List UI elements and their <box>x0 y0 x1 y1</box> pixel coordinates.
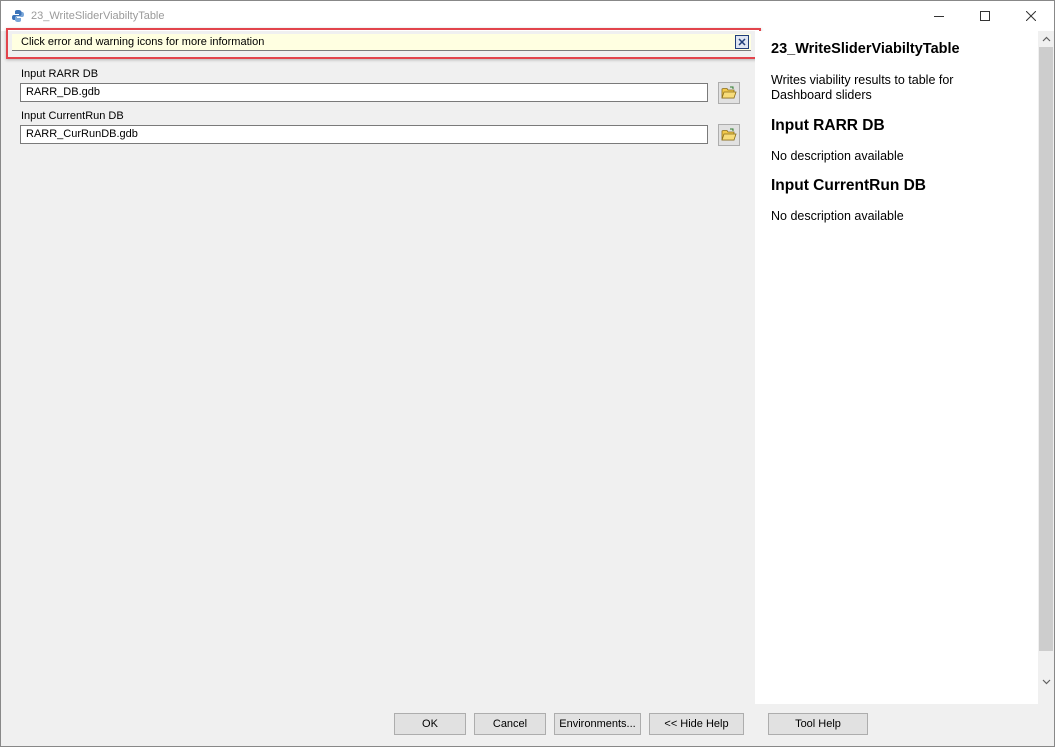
input-rarr-db-field[interactable]: RARR_DB.gdb <box>20 83 708 102</box>
minimize-icon <box>934 16 944 17</box>
maximize-icon <box>980 11 990 21</box>
chevron-up-icon <box>1042 36 1050 42</box>
python-script-icon <box>11 9 25 23</box>
highlight-box <box>6 28 761 59</box>
tool-help-button[interactable]: Tool Help <box>768 713 868 735</box>
open-folder-icon <box>721 86 737 99</box>
browse-rarr-db-button[interactable] <box>718 82 740 104</box>
help-heading-input-rarr-db: Input RARR DB <box>771 117 885 134</box>
scroll-thumb[interactable] <box>1039 47 1053 651</box>
help-text-input-rarr-db: No description available <box>771 149 904 163</box>
help-scrollbar[interactable] <box>1038 31 1054 704</box>
maximize-button[interactable] <box>962 1 1008 31</box>
help-panel: 23_WriteSliderViabiltyTable Writes viabi… <box>755 31 1038 704</box>
help-text-input-currentrun-db: No description available <box>771 209 904 223</box>
help-heading-input-currentrun-db: Input CurrentRun DB <box>771 177 926 194</box>
tool-dialog-window: 23_WriteSliderViabiltyTable Click error … <box>0 0 1055 747</box>
minimize-button[interactable] <box>916 1 962 31</box>
browse-currentrun-db-button[interactable] <box>718 124 740 146</box>
help-title: 23_WriteSliderViabiltyTable <box>771 41 960 57</box>
close-icon <box>1026 11 1036 21</box>
cancel-button[interactable]: Cancel <box>474 713 546 735</box>
hide-help-button[interactable]: << Hide Help <box>649 713 744 735</box>
title-bar: 23_WriteSliderViabiltyTable <box>1 1 1054 31</box>
open-folder-icon <box>721 128 737 141</box>
window-title: 23_WriteSliderViabiltyTable <box>31 10 165 22</box>
chevron-down-icon <box>1042 679 1050 685</box>
scroll-down-button[interactable] <box>1038 674 1054 690</box>
param-label-input-currentrun-db: Input CurrentRun DB <box>21 110 124 122</box>
scroll-up-button[interactable] <box>1038 31 1054 47</box>
input-currentrun-db-field[interactable]: RARR_CurRunDB.gdb <box>20 125 708 144</box>
environments-button[interactable]: Environments... <box>554 713 641 735</box>
help-description: Writes viability results to table for Da… <box>771 73 954 102</box>
param-label-input-rarr-db: Input RARR DB <box>21 68 99 80</box>
close-button[interactable] <box>1008 1 1054 31</box>
ok-button[interactable]: OK <box>394 713 466 735</box>
